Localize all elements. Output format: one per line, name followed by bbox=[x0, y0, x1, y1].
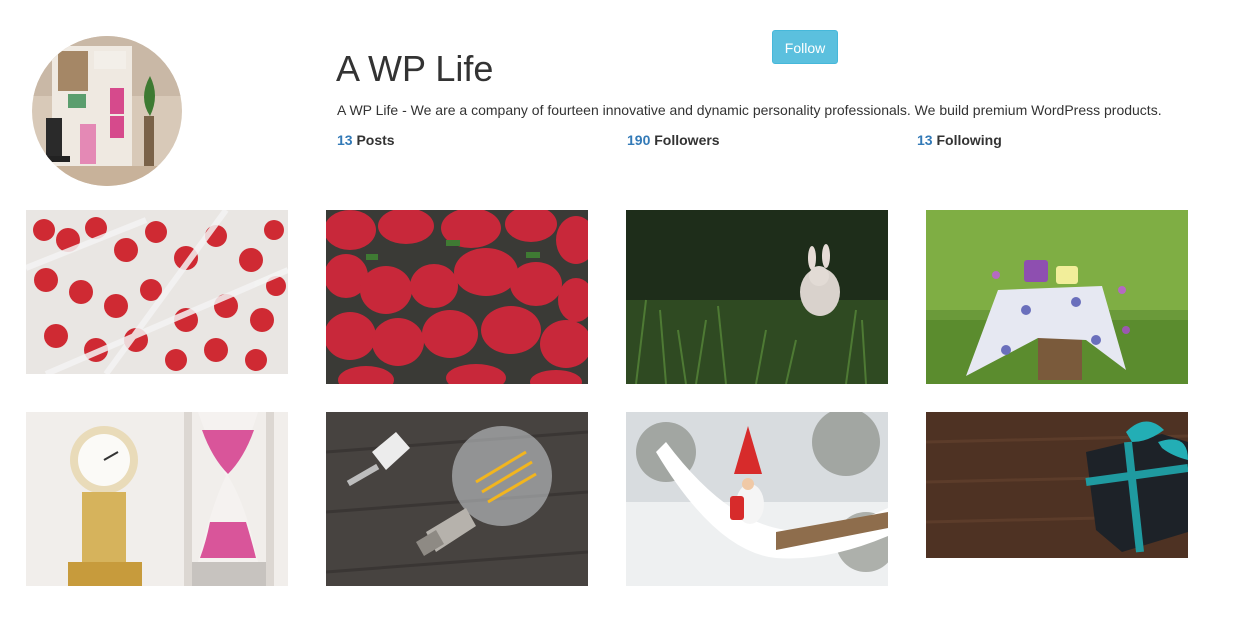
following-stat: 13 Following bbox=[917, 132, 1002, 148]
followers-label: Followers bbox=[654, 132, 720, 148]
photo-lightbulb-plug[interactable] bbox=[326, 412, 588, 586]
following-count: 13 bbox=[917, 132, 933, 148]
followers-count: 190 bbox=[627, 132, 651, 148]
photo-clock-hourglass[interactable] bbox=[26, 412, 288, 586]
photo-strawberries-boxes[interactable] bbox=[26, 210, 288, 374]
following-label: Following bbox=[936, 132, 1002, 148]
posts-count: 13 bbox=[337, 132, 353, 148]
profile-bio: A WP Life - We are a company of fourteen… bbox=[337, 102, 1162, 118]
followers-stat: 190 Followers bbox=[627, 132, 720, 148]
photo-gnome-snow[interactable] bbox=[626, 412, 888, 586]
follow-button[interactable]: Follow bbox=[772, 30, 838, 64]
profile-avatar bbox=[32, 36, 182, 186]
profile-name: A WP Life bbox=[336, 48, 494, 89]
photo-rabbit-grass[interactable] bbox=[626, 210, 888, 384]
photo-gift-wood[interactable] bbox=[926, 412, 1188, 558]
posts-stat: 13 Posts bbox=[337, 132, 395, 148]
posts-label: Posts bbox=[356, 132, 395, 148]
photo-strawberries-closeup[interactable] bbox=[326, 210, 588, 384]
photo-teacups-stump[interactable] bbox=[926, 210, 1188, 384]
